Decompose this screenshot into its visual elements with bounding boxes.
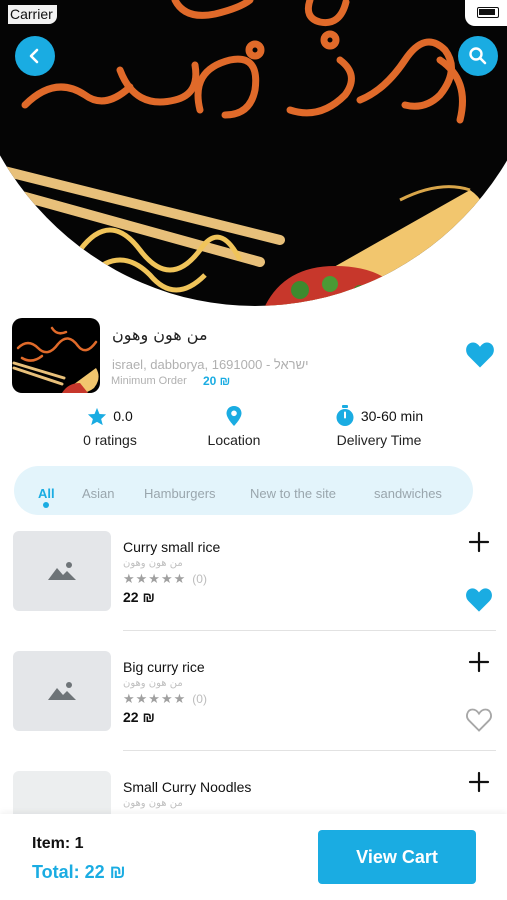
- back-button[interactable]: [15, 36, 55, 76]
- image-placeholder-icon: [48, 682, 76, 700]
- item-restaurant: من هون وهون: [123, 678, 183, 689]
- tab-all[interactable]: All: [38, 486, 55, 501]
- back-arrow-icon: [29, 48, 39, 64]
- battery-indicator: [465, 0, 507, 26]
- item-rating: ★★★★★ (0): [123, 571, 207, 586]
- delivery-stat: 30-60 min Delivery Time: [326, 404, 432, 448]
- item-rating: ★★★★★ (0): [123, 691, 207, 706]
- cover-image: [0, 0, 507, 306]
- tab-asian[interactable]: Asian: [82, 486, 115, 501]
- search-button[interactable]: [458, 36, 498, 76]
- category-tabs: All Asian Hamburgers New to the site san…: [14, 466, 473, 515]
- plus-icon[interactable]: [467, 530, 491, 554]
- restaurant-logo: [12, 318, 100, 393]
- heart-icon[interactable]: [465, 587, 493, 613]
- rating-count: (0): [192, 572, 207, 586]
- tab-sandwiches[interactable]: sandwiches: [374, 486, 442, 501]
- delivery-label: Delivery Time: [336, 432, 422, 448]
- menu-item[interactable]: Curry small rice من هون وهون ★★★★★ (0) 22…: [0, 520, 507, 640]
- min-order-label: Minimum Order: [111, 375, 187, 387]
- item-price: 22 ₪: [123, 709, 155, 725]
- location-pin-icon: [226, 406, 242, 426]
- cart-item-count: Item: 1: [32, 835, 84, 852]
- cart-total: Total: 22 ₪: [32, 862, 126, 882]
- search-icon: [469, 47, 487, 65]
- location-label: Location: [207, 432, 261, 448]
- restaurant-address: israel, dabborya, 1691000 - ישראל: [112, 357, 309, 372]
- heart-outline-icon[interactable]: [465, 707, 493, 733]
- restaurant-name: من هون وهون: [112, 325, 208, 344]
- item-image: [13, 531, 111, 611]
- item-image: [13, 651, 111, 731]
- delivery-value: 30-60 min: [360, 408, 424, 424]
- item-divider: [123, 630, 496, 631]
- item-title: Small Curry Noodles: [123, 779, 252, 795]
- battery-icon: [477, 7, 499, 18]
- stopwatch-icon: [336, 405, 354, 426]
- view-cart-button[interactable]: View Cart: [318, 830, 476, 884]
- restaurant-cover: Carrier: [0, 0, 507, 306]
- plus-icon[interactable]: [467, 770, 491, 794]
- plus-icon[interactable]: [467, 650, 491, 674]
- cart-bar: Item: 1 Total: 22 ₪ View Cart: [0, 814, 507, 900]
- item-restaurant: من هون وهون: [123, 558, 183, 569]
- tab-hamburgers[interactable]: Hamburgers: [144, 486, 216, 501]
- carrier-label: Carrier: [8, 5, 57, 24]
- rating-count: (0): [192, 692, 207, 706]
- item-restaurant: من هون وهون: [123, 798, 183, 809]
- min-order-value: 20 ₪: [203, 374, 231, 388]
- item-price: 22 ₪: [123, 589, 155, 605]
- active-tab-indicator: [43, 502, 49, 508]
- status-bar: Carrier: [0, 0, 507, 28]
- restaurant-stats: 0.0 0 ratings Location 30-60 min Deliver…: [0, 404, 507, 454]
- image-placeholder-icon: [48, 562, 76, 580]
- tab-new-to-the-site[interactable]: New to the site: [250, 486, 336, 501]
- rating-value: 0.0: [113, 408, 133, 424]
- location-stat[interactable]: Location: [192, 404, 276, 448]
- item-title: Big curry rice: [123, 659, 205, 675]
- menu-item[interactable]: Big curry rice من هون وهون ★★★★★ (0) 22 ₪: [0, 640, 507, 760]
- item-title: Curry small rice: [123, 539, 221, 555]
- star-icon: [88, 407, 107, 425]
- rating-label: 0 ratings: [83, 432, 137, 448]
- rating-stat: 0.0 0 ratings: [68, 404, 152, 448]
- restaurant-heart-icon[interactable]: [465, 341, 495, 369]
- item-divider: [123, 750, 496, 751]
